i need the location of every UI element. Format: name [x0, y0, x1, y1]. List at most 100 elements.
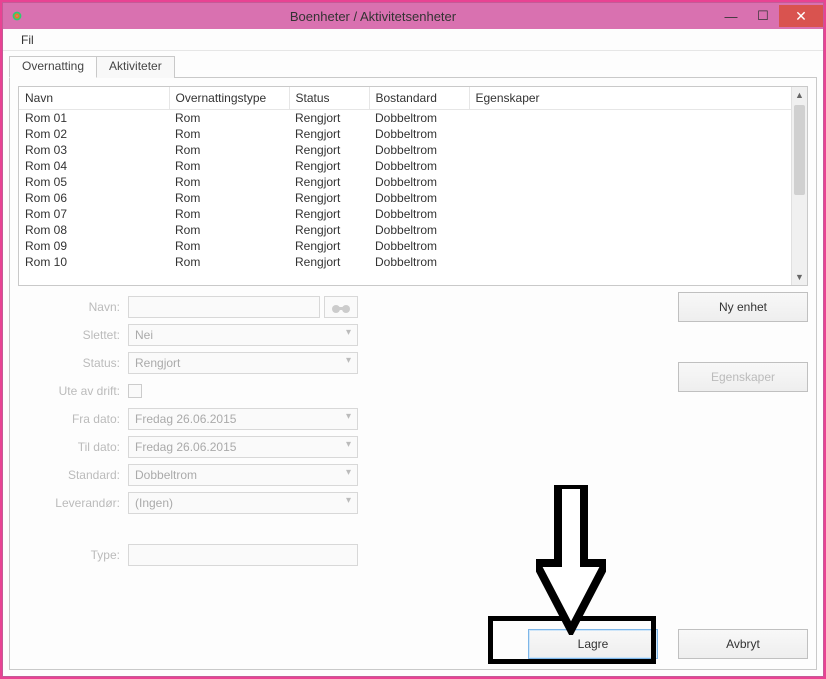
table-cell-name: Rom 03 — [19, 142, 169, 158]
til-dato-value: Fredag 26.06.2015 — [135, 440, 236, 454]
table-cell-name: Rom 06 — [19, 190, 169, 206]
tab-overnatting[interactable]: Overnatting — [9, 56, 97, 78]
select-leverandor-value: (Ingen) — [135, 496, 173, 510]
table-cell-status: Rengjort — [289, 222, 369, 238]
table-cell-type: Rom — [169, 126, 289, 142]
table-cell-type: Rom — [169, 206, 289, 222]
select-slettet[interactable]: Nei — [128, 324, 358, 346]
table-row[interactable]: Rom 04RomRengjortDobbeltrom — [19, 158, 791, 174]
label-type: Type: — [18, 548, 128, 562]
label-ute-av-drift: Ute av drift: — [18, 384, 128, 398]
table-cell-standard: Dobbeltrom — [369, 254, 469, 270]
table-cell-properties — [469, 158, 791, 174]
window-title: Boenheter / Aktivitetsenheter — [31, 9, 715, 24]
checkbox-ute-av-drift[interactable] — [128, 384, 142, 398]
table-cell-properties — [469, 126, 791, 142]
table-cell-name: Rom 08 — [19, 222, 169, 238]
close-button[interactable]: ✕ — [779, 5, 823, 27]
table-row[interactable]: Rom 02RomRengjortDobbeltrom — [19, 126, 791, 142]
titlebar[interactable]: Boenheter / Aktivitetsenheter — ☐ ✕ — [3, 3, 823, 29]
select-leverandor[interactable]: (Ingen) — [128, 492, 358, 514]
table-row[interactable]: Rom 10RomRengjortDobbeltrom — [19, 254, 791, 270]
col-navn[interactable]: Navn — [19, 87, 169, 110]
table-cell-properties — [469, 190, 791, 206]
scrollbar-down-icon[interactable]: ▼ — [792, 269, 807, 285]
table-cell-name: Rom 01 — [19, 110, 169, 127]
table-cell-properties — [469, 174, 791, 190]
col-egenskaper[interactable]: Egenskaper — [469, 87, 791, 110]
tab-strip: Overnatting Aktiviteter — [9, 55, 817, 77]
form-area: Navn: Slettet: Nei Status: R — [18, 292, 808, 661]
table-cell-name: Rom 10 — [19, 254, 169, 270]
select-standard[interactable]: Dobbeltrom — [128, 464, 358, 486]
table-cell-properties — [469, 110, 791, 127]
properties-button[interactable]: Egenskaper — [678, 362, 808, 392]
table-row[interactable]: Rom 08RomRengjortDobbeltrom — [19, 222, 791, 238]
label-standard: Standard: — [18, 468, 128, 482]
table-cell-name: Rom 05 — [19, 174, 169, 190]
unit-table-scroll[interactable]: Navn Overnattingstype Status Bostandard … — [19, 87, 791, 285]
label-slettet: Slettet: — [18, 328, 128, 342]
side-buttons: Ny enhet Egenskaper Lagre Avbryt — [378, 292, 808, 661]
table-row[interactable]: Rom 09RomRengjortDobbeltrom — [19, 238, 791, 254]
select-status[interactable]: Rengjort — [128, 352, 358, 374]
table-row[interactable]: Rom 07RomRengjortDobbeltrom — [19, 206, 791, 222]
table-cell-properties — [469, 222, 791, 238]
menu-file[interactable]: Fil — [13, 31, 42, 49]
form-fields: Navn: Slettet: Nei Status: R — [18, 292, 358, 661]
content-area: Overnatting Aktiviteter Navn — [3, 51, 823, 676]
fra-dato-value: Fredag 26.06.2015 — [135, 412, 236, 426]
table-cell-standard: Dobbeltrom — [369, 222, 469, 238]
table-cell-standard: Dobbeltrom — [369, 174, 469, 190]
table-row[interactable]: Rom 03RomRengjortDobbeltrom — [19, 142, 791, 158]
save-button[interactable]: Lagre — [528, 629, 658, 659]
table-row[interactable]: Rom 06RomRengjortDobbeltrom — [19, 190, 791, 206]
input-type[interactable] — [128, 544, 358, 566]
main-window: Boenheter / Aktivitetsenheter — ☐ ✕ Fil … — [2, 2, 824, 677]
tab-aktiviteter[interactable]: Aktiviteter — [96, 56, 175, 78]
col-status[interactable]: Status — [289, 87, 369, 110]
table-cell-status: Rengjort — [289, 238, 369, 254]
table-cell-type: Rom — [169, 142, 289, 158]
table-row[interactable]: Rom 01RomRengjortDobbeltrom — [19, 110, 791, 127]
label-status: Status: — [18, 356, 128, 370]
table-row[interactable]: Rom 05RomRengjortDobbeltrom — [19, 174, 791, 190]
menubar: Fil — [3, 29, 823, 51]
table-cell-standard: Dobbeltrom — [369, 126, 469, 142]
table-cell-status: Rengjort — [289, 158, 369, 174]
scrollbar-thumb[interactable] — [794, 105, 805, 195]
app-icon — [9, 8, 25, 24]
label-fra-dato: Fra dato: — [18, 412, 128, 426]
table-scrollbar[interactable]: ▲ ▼ — [791, 87, 807, 285]
binoculars-icon[interactable] — [324, 296, 358, 318]
new-unit-button[interactable]: Ny enhet — [678, 292, 808, 322]
table-cell-name: Rom 04 — [19, 158, 169, 174]
select-status-value: Rengjort — [135, 356, 180, 370]
col-bostandard[interactable]: Bostandard — [369, 87, 469, 110]
table-cell-properties — [469, 142, 791, 158]
table-cell-name: Rom 09 — [19, 238, 169, 254]
label-navn: Navn: — [18, 300, 128, 314]
scrollbar-up-icon[interactable]: ▲ — [792, 87, 807, 103]
table-cell-standard: Dobbeltrom — [369, 190, 469, 206]
label-til-dato: Til dato: — [18, 440, 128, 454]
input-navn[interactable] — [128, 296, 320, 318]
minimize-button[interactable]: — — [715, 5, 747, 27]
table-cell-standard: Dobbeltrom — [369, 238, 469, 254]
table-cell-name: Rom 07 — [19, 206, 169, 222]
table-cell-type: Rom — [169, 222, 289, 238]
datepicker-fra-dato[interactable]: Fredag 26.06.2015 — [128, 408, 358, 430]
table-cell-status: Rengjort — [289, 142, 369, 158]
maximize-button[interactable]: ☐ — [747, 5, 779, 27]
table-cell-type: Rom — [169, 174, 289, 190]
table-cell-status: Rengjort — [289, 206, 369, 222]
bottom-button-row: Lagre Avbryt — [528, 629, 808, 659]
datepicker-til-dato[interactable]: Fredag 26.06.2015 — [128, 436, 358, 458]
tab-panel: Navn Overnattingstype Status Bostandard … — [9, 77, 817, 670]
table-cell-standard: Dobbeltrom — [369, 158, 469, 174]
unit-table-wrap: Navn Overnattingstype Status Bostandard … — [18, 86, 808, 286]
cancel-button[interactable]: Avbryt — [678, 629, 808, 659]
col-overnattingstype[interactable]: Overnattingstype — [169, 87, 289, 110]
table-cell-properties — [469, 254, 791, 270]
table-cell-name: Rom 02 — [19, 126, 169, 142]
